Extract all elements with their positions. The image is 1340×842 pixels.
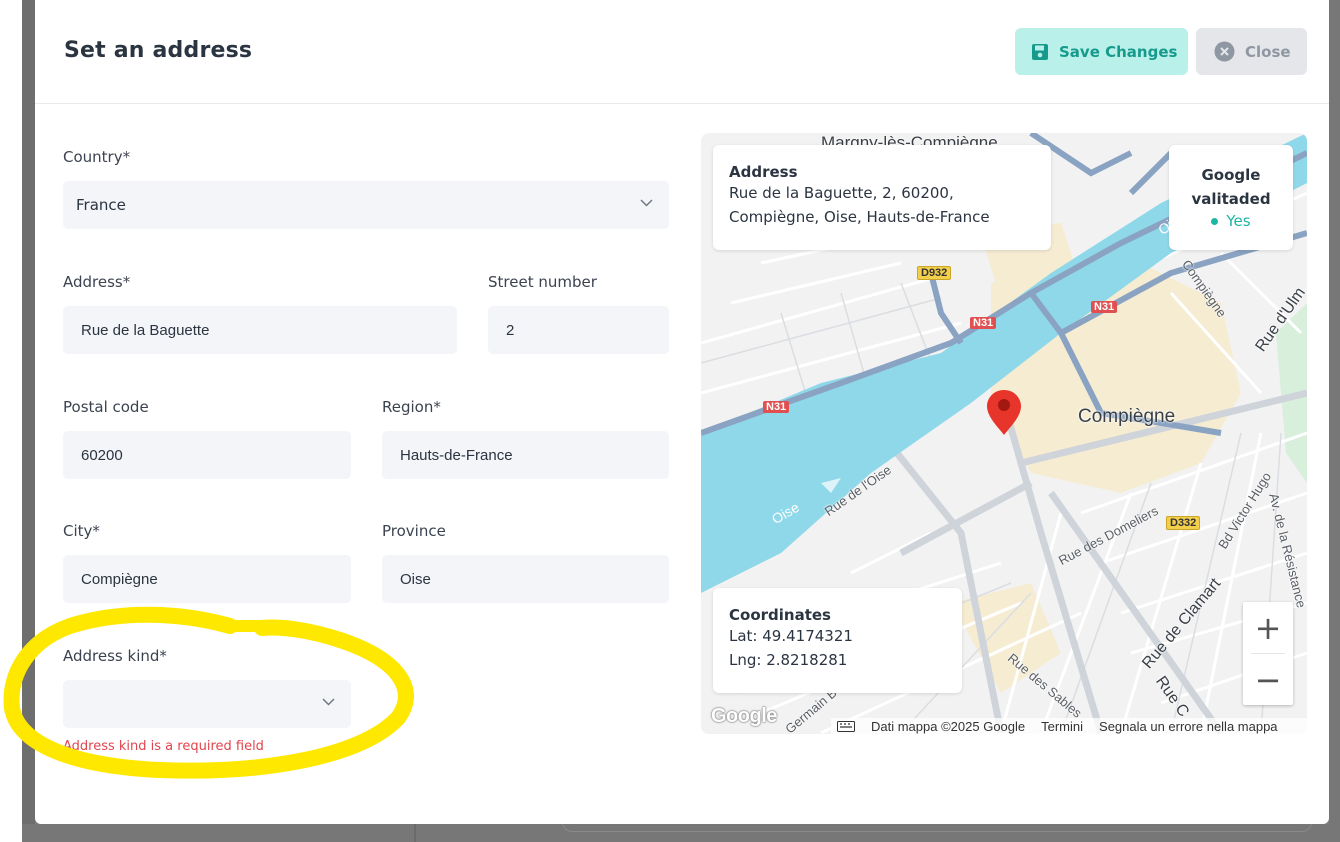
- chevron-down-icon: [640, 199, 653, 207]
- validated-heading-line2: valitaded: [1191, 190, 1271, 208]
- zoom-out-button[interactable]: −: [1243, 654, 1293, 705]
- map-data-credit: Dati mappa ©2025 Google: [871, 718, 1026, 734]
- modal-header: Set an address Save Changes Close: [35, 0, 1329, 104]
- city-input[interactable]: Compiègne: [63, 555, 351, 603]
- save-icon: [1032, 43, 1048, 60]
- road-shield-n31: N31: [763, 401, 790, 413]
- close-label: Close: [1245, 42, 1291, 61]
- map-attribution: Dati mappa ©2025 Google Termini Segnala …: [831, 718, 1307, 734]
- region-label: Region*: [382, 398, 441, 416]
- country-select[interactable]: France: [63, 181, 669, 229]
- address-input[interactable]: Rue de la Baguette: [63, 306, 457, 354]
- modal-title: Set an address: [64, 38, 253, 63]
- status-dot-icon: [1211, 218, 1219, 225]
- province-label: Province: [382, 522, 446, 540]
- address-kind-label: Address kind*: [63, 647, 167, 665]
- validated-status: Yes: [1169, 212, 1293, 230]
- map-label-city: Compiègne: [1078, 406, 1176, 427]
- road-shield-d932: D932: [917, 266, 952, 280]
- page-background-left: [0, 0, 22, 842]
- longitude-value: Lng: 2.8218281: [729, 651, 848, 669]
- road-shield-n31: N31: [970, 317, 997, 329]
- google-logo[interactable]: Google: [711, 705, 777, 728]
- close-icon: [1214, 41, 1235, 62]
- latitude-value: Lat: 49.4174321: [729, 627, 853, 645]
- address-card-heading: Address: [729, 163, 798, 181]
- road-shield-d332: D332: [1166, 516, 1201, 530]
- validated-status-text: Yes: [1226, 212, 1251, 230]
- address-kind-select[interactable]: [63, 680, 351, 728]
- map-widget[interactable]: Margny-lès-Compiègne Compiègne Oise Oise…: [701, 133, 1307, 734]
- zoom-in-button[interactable]: +: [1243, 602, 1293, 653]
- page-background-right: [1329, 0, 1340, 842]
- page-background-strip: [22, 0, 35, 842]
- coordinates-heading: Coordinates: [729, 606, 831, 624]
- close-button[interactable]: Close: [1196, 28, 1307, 75]
- address-card-line2: Compiègne, Oise, Hauts-de-France: [729, 208, 990, 226]
- map-terms-link[interactable]: Termini: [1041, 719, 1083, 734]
- page-background-bottom: [22, 816, 1340, 842]
- region-input[interactable]: Hauts-de-France: [382, 431, 669, 479]
- google-validated-card: Google valitaded Yes: [1169, 145, 1293, 250]
- zoom-control: + −: [1243, 602, 1293, 705]
- address-label: Address*: [63, 273, 131, 291]
- address-card-line1: Rue de la Baguette, 2, 60200,: [729, 184, 954, 202]
- keyboard-icon[interactable]: [837, 720, 855, 732]
- map-report-error-link[interactable]: Segnala un errore nella mappa: [1099, 719, 1278, 734]
- postal-code-input[interactable]: 60200: [63, 431, 351, 479]
- coordinates-card: Coordinates Lat: 49.4174321 Lng: 2.82182…: [713, 588, 962, 693]
- validated-heading-line1: Google: [1201, 166, 1261, 184]
- street-number-label: Street number: [488, 273, 597, 291]
- address-info-card: Address Rue de la Baguette, 2, 60200, Co…: [713, 145, 1051, 250]
- address-modal: Set an address Save Changes Close Countr…: [35, 0, 1329, 824]
- country-value: France: [76, 196, 126, 214]
- save-changes-label: Save Changes: [1059, 42, 1178, 61]
- postal-code-label: Postal code: [63, 398, 149, 416]
- country-label: Country*: [63, 148, 131, 166]
- road-shield-n31: N31: [1091, 301, 1118, 313]
- address-kind-error: Address kind is a required field: [63, 739, 264, 754]
- save-changes-button[interactable]: Save Changes: [1015, 28, 1188, 75]
- city-label: City*: [63, 522, 100, 540]
- chevron-down-icon: [322, 698, 335, 706]
- province-input[interactable]: Oise: [382, 555, 669, 603]
- street-number-input[interactable]: 2: [488, 306, 669, 354]
